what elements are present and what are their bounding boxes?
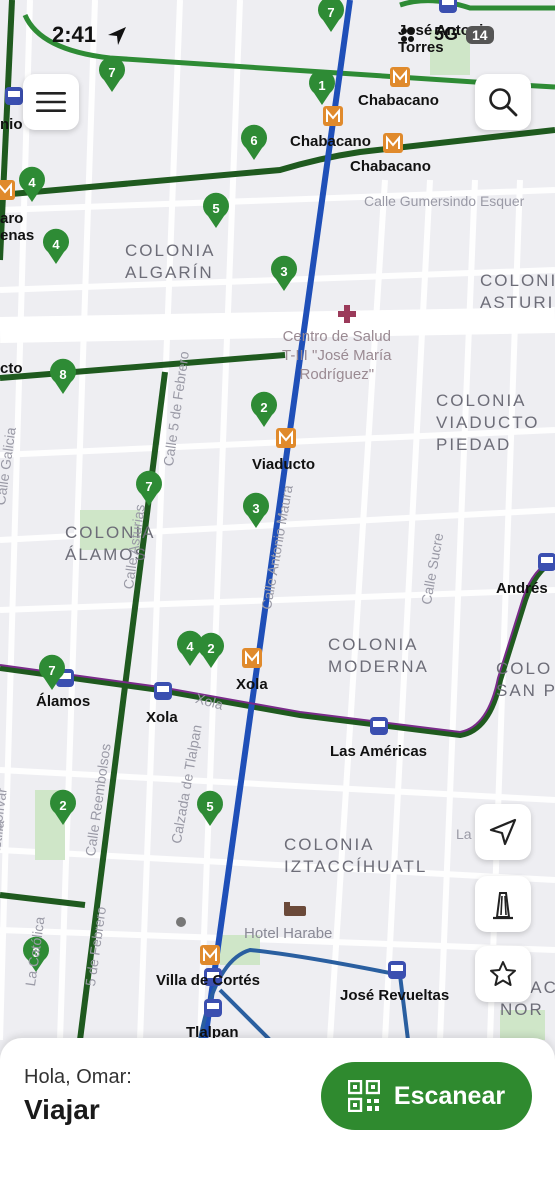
bike-dock-count: 5 (206, 799, 213, 814)
status-right: 5G 14 (400, 24, 494, 45)
station-label-las-americas[interactable]: Las Américas (330, 743, 427, 760)
poi-label-centro-salud: Centro de Salud T-III "José María Rodríg… (282, 328, 392, 383)
bike-dock-count: 7 (145, 479, 152, 494)
battery-indicator: 14 (466, 25, 494, 44)
colonia-label-viaducto-piedad: COLONIA VIADUCTO PIEDAD (436, 391, 540, 454)
landmark-dot-icon (176, 917, 186, 927)
monument-icon (493, 892, 513, 920)
scan-button-label: Escanear (393, 1081, 506, 1110)
bus-stop-icon[interactable] (204, 999, 222, 1017)
qr-code-icon (347, 1080, 380, 1112)
scan-button[interactable]: Escanear (321, 1062, 532, 1130)
bike-dock-count: 2 (207, 641, 214, 656)
station-label-edge-cto[interactable]: cto (0, 360, 23, 377)
search-icon (489, 88, 518, 117)
monument-button[interactable] (475, 876, 531, 932)
star-icon (490, 961, 516, 986)
poi-label-hotel-harabe: Hotel Harabe (244, 925, 333, 942)
metro-station-icon[interactable] (200, 945, 220, 965)
colonia-label-iztaccihuatl: COLONIA IZTACCÍHUATL (284, 835, 428, 876)
bus-stop-icon[interactable] (439, 0, 457, 13)
colonia-label-san-p: COLO SAN P (496, 659, 555, 700)
bike-dock-count: 2 (59, 798, 66, 813)
station-label-alamos[interactable]: Álamos (36, 693, 90, 710)
bike-dock-count: 3 (280, 264, 287, 279)
station-label-chabacano-3[interactable]: Chabacano (350, 158, 431, 175)
bus-stop-icon[interactable] (370, 717, 388, 735)
station-label-jose-revueltas[interactable]: José Revueltas (340, 987, 449, 1004)
greeting-text: Hola, Omar: (24, 1066, 132, 1088)
bottom-sheet: Hola, Omar: Viajar Escanear (0, 1038, 555, 1200)
street-label-la: La (456, 826, 472, 842)
menu-button[interactable] (23, 74, 79, 130)
signal-icon (401, 27, 414, 42)
bus-stop-icon[interactable] (388, 961, 406, 979)
bike-dock-count: 8 (59, 367, 66, 382)
metro-station-icon[interactable] (242, 648, 262, 668)
navigation-arrow-icon (489, 818, 517, 846)
metro-station-icon[interactable] (323, 106, 343, 126)
bus-stop-icon[interactable] (154, 682, 172, 700)
network-label: 5G (434, 24, 459, 44)
favorites-button[interactable] (475, 946, 531, 1002)
bike-dock-count: 2 (260, 400, 267, 415)
location-arrow-icon (108, 27, 126, 45)
search-button[interactable] (475, 74, 531, 130)
menu-icon (36, 92, 66, 112)
station-label-chabacano-1[interactable]: Chabacano (358, 92, 439, 109)
viaducto-road (0, 307, 555, 343)
colonia-label-algarin: COLONIA ALGARÍN (125, 241, 216, 282)
metro-station-icon[interactable] (383, 133, 403, 153)
station-label-chabacano-2[interactable]: Chabacano (290, 133, 371, 150)
bike-dock-count: 7 (327, 5, 334, 20)
locate-button[interactable] (475, 804, 531, 860)
station-label-viaducto[interactable]: Viaducto (252, 456, 315, 473)
bike-dock-count: 7 (108, 65, 115, 80)
bus-stop-icon[interactable] (538, 553, 555, 571)
bike-dock-count: 4 (186, 639, 194, 654)
street-label-gumersindo: Calle Gumersindo Esquer (364, 193, 525, 209)
status-time: 2:41 (52, 22, 97, 47)
bike-dock-count: 4 (28, 175, 36, 190)
bike-dock-count: 1 (318, 78, 325, 93)
bus-stop-icon[interactable] (5, 87, 23, 105)
metro-station-icon[interactable] (0, 180, 15, 200)
colonia-label-asturias: COLONIA ASTURI (480, 271, 555, 312)
metro-station-icon[interactable] (276, 428, 296, 448)
bike-dock-count: 3 (252, 501, 259, 516)
station-label-xola-bus[interactable]: Xola (146, 709, 178, 726)
station-label-edge-nio[interactable]: nio (0, 116, 23, 133)
bike-dock-count: 5 (212, 201, 219, 216)
station-label-xola-metro[interactable]: Xola (236, 676, 268, 693)
bike-dock-count: 4 (52, 237, 60, 252)
station-label-edge-aro[interactable]: aro enas (0, 210, 34, 244)
bike-dock-count: 6 (250, 133, 257, 148)
bike-dock-count: 7 (48, 663, 55, 678)
sheet-title: Viajar (24, 1094, 100, 1125)
station-label-villa-de-cortes[interactable]: Villa de Cortés (156, 972, 260, 989)
colonia-label-moderna: COLONIA MODERNA (328, 635, 429, 676)
station-label-andres[interactable]: Andrés (496, 580, 548, 597)
metro-station-icon[interactable] (390, 67, 410, 87)
